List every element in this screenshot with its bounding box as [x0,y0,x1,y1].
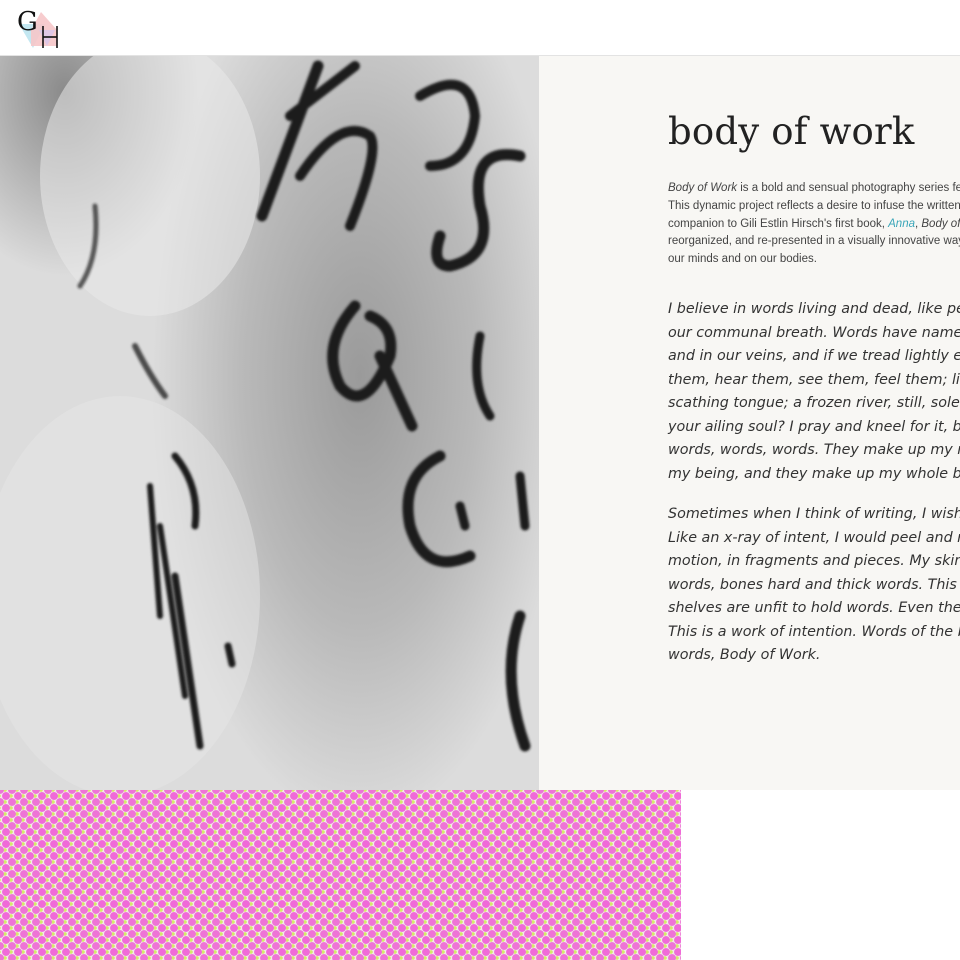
page-title: body of work [668,110,915,153]
intro-text: companion to Gili Estlin Hirsch's first … [668,217,889,230]
quote-line: Like an x-ray of intent, I would peel an… [668,529,960,546]
quote-line: your ailing soul? I pray and kneel for i… [668,418,960,435]
anna-book-link[interactable]: Anna [888,218,915,230]
quote-line: and in our veins, and if we tread lightl… [668,348,960,364]
intro-text: is a bold and sensual photography series… [737,182,960,194]
quote-paragraph-1: I believe in words living and dead, like… [668,298,960,486]
intro-line: our minds and on our bodies. [668,253,817,266]
gh-logo[interactable]: G [17,4,63,50]
quote-line: my being, and they make up my whole body… [668,465,960,482]
handwriting-photo [0,56,539,790]
intro-line: This dynamic project reflects a desire t… [668,199,960,212]
intro-line: companion to Gili Estlin Hirsch's first … [668,216,960,234]
quote-paragraph-2: Sometimes when I think of writing, I wis… [668,503,960,668]
halftone-dot-pattern [0,790,681,960]
quote-line: This is a work of intention. Words of th… [668,623,960,640]
intro-paragraph: Body of Work is a bold and sensual photo… [668,180,960,269]
intro-line: reorganized, and re-presented in a visua… [668,235,960,248]
quote-line: our communal breath. Words have name an [668,324,960,341]
gh-logo-mark: G [17,7,58,48]
site-header: G [0,0,960,56]
quote-line: motion, in fragments and pieces. My skin… [668,553,960,569]
intro-line: Body of Work is a bold and sensual photo… [668,180,960,198]
quote-line: Sometimes when I think of writing, I wis… [668,506,960,522]
quote-line: scathing tongue; a frozen river, still, … [668,395,960,411]
intro-emphasis: Body of Work [668,182,738,194]
quote-line: words, words, words. They make up my min… [668,442,960,458]
article-panel: body of work Body of Work is a bold and … [539,56,960,790]
quote-line: I believe in words living and dead, like… [668,301,960,317]
handwriting-image [0,56,539,790]
quote-line: words, bones hard and thick words. This … [668,576,960,593]
logo-letter-g: G [17,7,38,37]
intro-emphasis: Body of W [921,217,960,230]
quote-line: shelves are unfit to hold words. Even th… [668,600,960,616]
quote-line: them, hear them, see them, feel them; li… [668,371,960,388]
quote-line: words, Body of Work. [668,647,821,663]
